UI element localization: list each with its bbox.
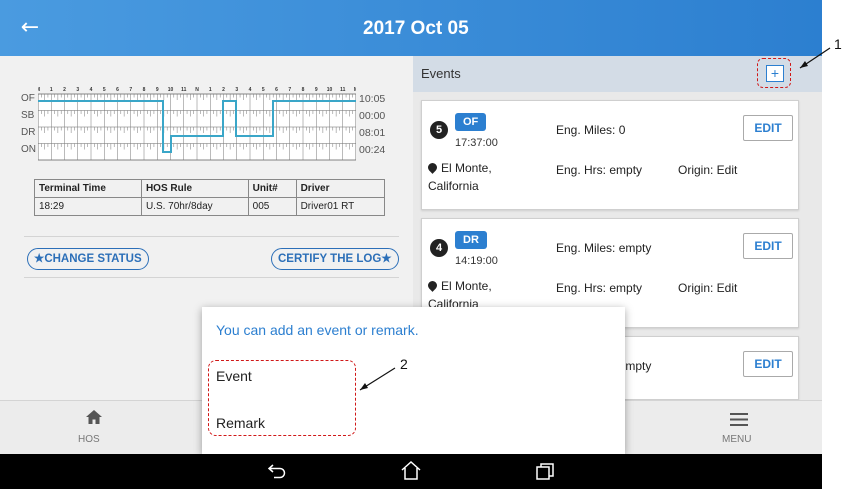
dialog-message: You can add an event or remark. bbox=[216, 322, 419, 338]
location-pin-icon bbox=[426, 161, 439, 174]
cell-driver: Driver01 RT bbox=[295, 197, 386, 216]
status-badge: DR bbox=[455, 231, 487, 249]
hour-label: 7 bbox=[129, 87, 132, 93]
add-event-dialog: You can add an event or remark. Event Re… bbox=[202, 307, 625, 454]
total-off: 10:05 bbox=[359, 93, 386, 105]
event-time: 14:19:00 bbox=[455, 255, 498, 267]
add-event-button[interactable]: + bbox=[766, 65, 784, 82]
star-icon: ★ bbox=[381, 253, 392, 265]
row-label-on: ON bbox=[21, 144, 36, 155]
nav-menu-label[interactable]: MENU bbox=[722, 434, 751, 445]
table-row: 18:29 U.S. 70hr/8day 005 Driver01 RT bbox=[34, 197, 386, 216]
app-screen: ← 2017 Oct 05 OF SB DR ON M1234567891011… bbox=[0, 0, 822, 489]
events-header: Events + bbox=[413, 56, 822, 92]
hour-labels: M 1 2 3 4 5 6 7 8 9 10 11 N 1 2 3 4 5 6 7 8 9 10 11 M bbox=[38, 87, 356, 93]
total-dr: 08:01 bbox=[359, 127, 386, 139]
system-back-icon[interactable] bbox=[268, 463, 286, 479]
event-number: 5 bbox=[430, 121, 448, 139]
hour-label: 10 bbox=[327, 87, 333, 93]
hour-label: 2 bbox=[222, 87, 225, 93]
hour-label: 9 bbox=[315, 87, 318, 93]
events-title: Events bbox=[421, 66, 461, 81]
hour-label: 4 bbox=[249, 87, 252, 93]
divider bbox=[24, 277, 399, 278]
row-label-off: OF bbox=[21, 93, 35, 104]
hour-label: M bbox=[38, 87, 40, 93]
hour-label: 8 bbox=[302, 87, 305, 93]
hour-label: M bbox=[354, 87, 356, 93]
engine-miles: Eng. Miles: 0 bbox=[556, 123, 626, 137]
status-badge: OF bbox=[455, 113, 487, 131]
hour-label: 2 bbox=[63, 87, 66, 93]
dialog-option-event[interactable]: Event bbox=[216, 368, 252, 384]
edit-button[interactable]: EDIT bbox=[743, 351, 793, 377]
divider bbox=[24, 236, 399, 237]
row-label-dr: DR bbox=[21, 127, 36, 138]
header-driver: Driver bbox=[295, 179, 386, 198]
total-sb: 00:00 bbox=[359, 110, 386, 122]
system-navigation-bar bbox=[0, 454, 822, 489]
log-info-table: Terminal Time HOS Rule Unit# Driver 18:2… bbox=[34, 179, 386, 216]
hour-label: 5 bbox=[262, 87, 265, 93]
event-location: El Monte, California bbox=[426, 161, 492, 193]
star-icon: ★ bbox=[34, 253, 45, 265]
hamburger-menu-icon[interactable] bbox=[730, 413, 748, 426]
total-on: 00:24 bbox=[359, 144, 386, 156]
hour-label: 1 bbox=[50, 87, 53, 93]
app-bar: ← 2017 Oct 05 bbox=[0, 0, 822, 56]
system-home-icon[interactable] bbox=[401, 461, 421, 480]
change-status-button[interactable]: ★CHANGE STATUS bbox=[27, 248, 149, 270]
engine-hours: Eng. Hrs: empty bbox=[556, 281, 643, 295]
cell-terminal-time: 18:29 bbox=[34, 197, 142, 216]
header-unit: Unit# bbox=[247, 179, 297, 198]
location-pin-icon bbox=[426, 279, 439, 292]
home-icon[interactable] bbox=[86, 410, 102, 424]
hour-label: 6 bbox=[275, 87, 278, 93]
page-title: 2017 Oct 05 bbox=[363, 18, 469, 39]
header-hos-rule: HOS Rule bbox=[140, 179, 249, 198]
system-recents-icon[interactable] bbox=[536, 463, 554, 480]
engine-hours: Eng. Hrs: empty bbox=[556, 163, 643, 177]
hour-label: 1 bbox=[209, 87, 212, 93]
event-time: 17:37:00 bbox=[455, 137, 498, 149]
event-card[interactable]: 5 OF 17:37:00 El Monte, California Eng. … bbox=[421, 100, 799, 210]
row-label-sb: SB bbox=[21, 110, 35, 121]
hour-label: 3 bbox=[235, 87, 238, 93]
engine-miles: Eng. Miles: empty bbox=[556, 241, 652, 255]
header-terminal-time: Terminal Time bbox=[34, 179, 142, 198]
cell-hos-rule: U.S. 70hr/8day bbox=[140, 197, 249, 216]
nav-hos-label[interactable]: HOS bbox=[78, 434, 100, 445]
hour-label: 10 bbox=[168, 87, 174, 93]
annotation-label-2: 2 bbox=[400, 356, 408, 372]
edit-button[interactable]: EDIT bbox=[743, 115, 793, 141]
annotation-label-1: 1 bbox=[834, 36, 842, 52]
back-button[interactable]: ← bbox=[14, 12, 46, 44]
arrow-left-icon: ← bbox=[20, 15, 40, 40]
hour-label: 11 bbox=[340, 87, 346, 93]
hour-label: 5 bbox=[103, 87, 106, 93]
event-origin: Origin: Edit bbox=[678, 163, 738, 177]
hour-label: N bbox=[195, 87, 199, 93]
hour-label: 11 bbox=[181, 87, 187, 93]
hour-label: 9 bbox=[156, 87, 159, 93]
dialog-option-remark[interactable]: Remark bbox=[216, 415, 265, 431]
hour-label: 8 bbox=[143, 87, 146, 93]
hour-label: 4 bbox=[90, 87, 93, 93]
certify-log-button[interactable]: CERTIFY THE LOG★ bbox=[271, 248, 399, 270]
duty-status-graph: M 1 2 3 4 5 6 7 8 9 10 11 N 1 2 3 4 5 6 7 8 9 10 11 M bbox=[38, 87, 356, 161]
event-number: 4 bbox=[430, 239, 448, 257]
edit-button[interactable]: EDIT bbox=[743, 233, 793, 259]
hour-label: 3 bbox=[76, 87, 79, 93]
hour-label: 6 bbox=[116, 87, 119, 93]
cell-unit: 005 bbox=[247, 197, 297, 216]
table-header-row: Terminal Time HOS Rule Unit# Driver bbox=[34, 179, 386, 198]
event-origin: Origin: Edit bbox=[678, 281, 738, 295]
hour-label: 7 bbox=[288, 87, 291, 93]
